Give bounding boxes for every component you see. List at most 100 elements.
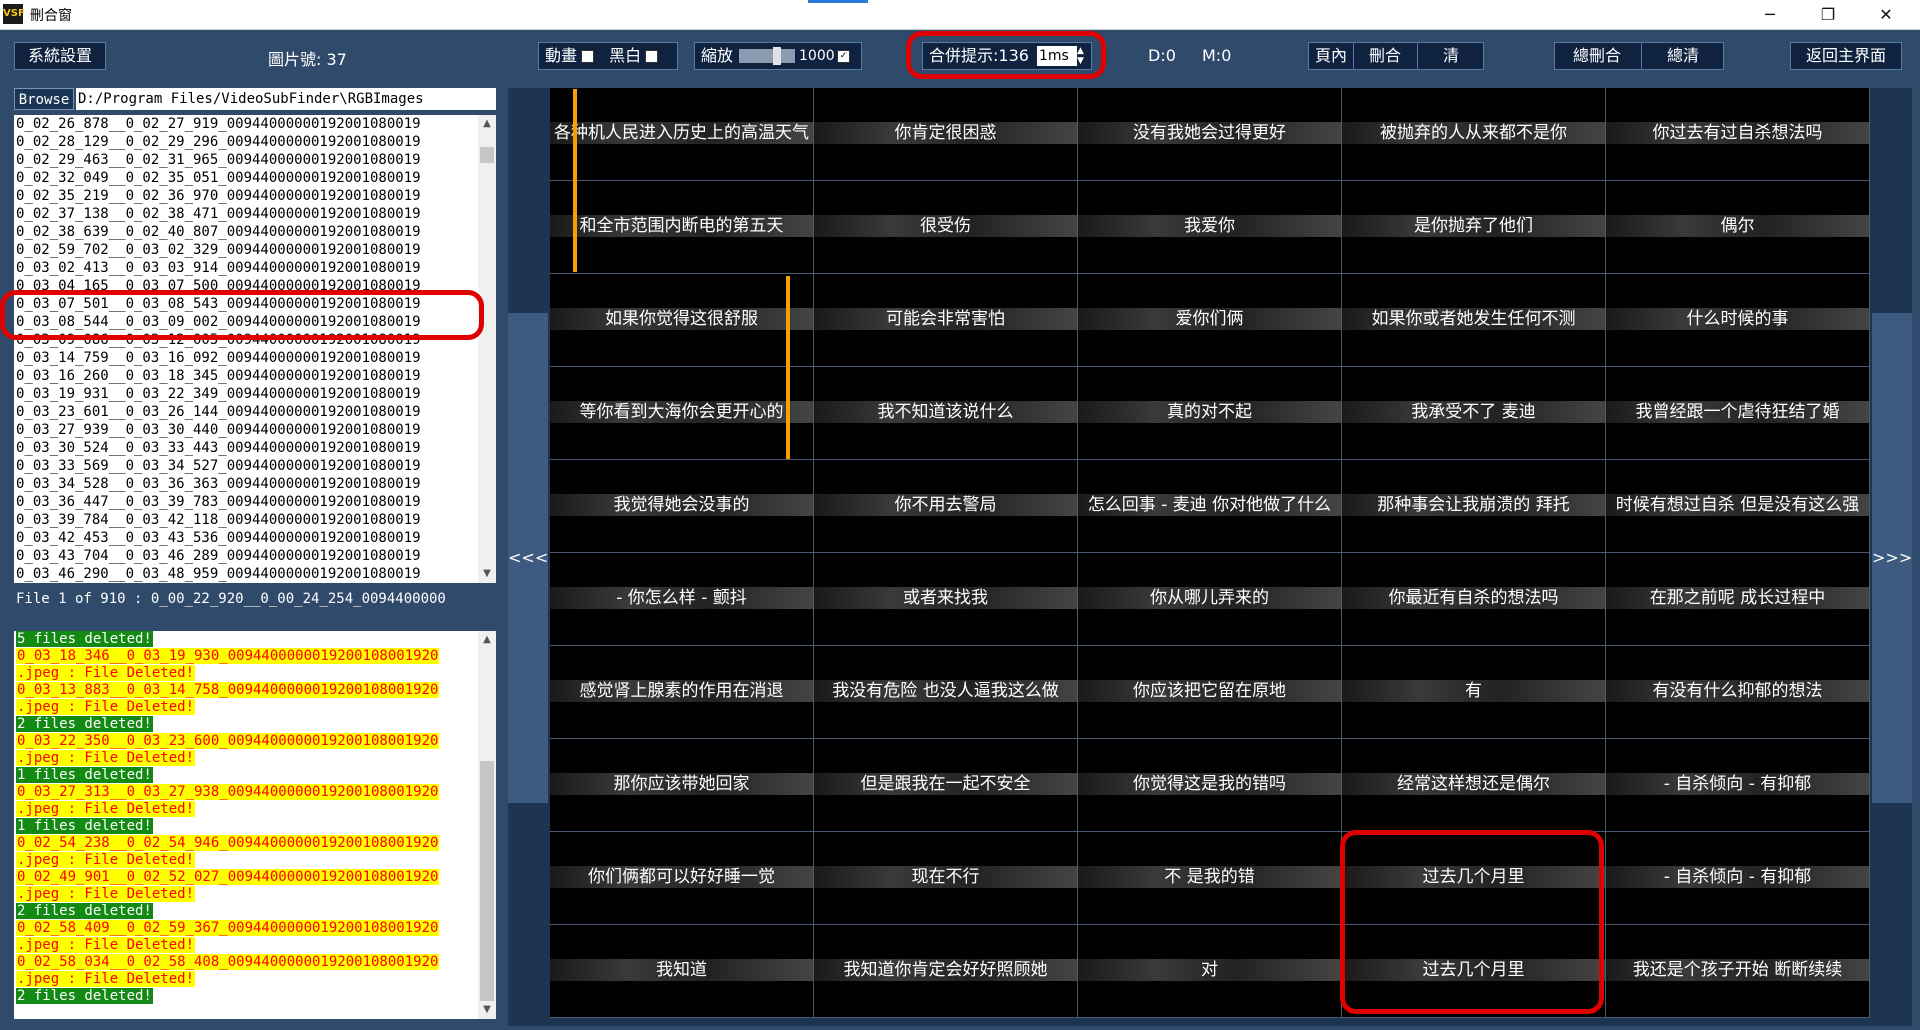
file-list-item[interactable]: 0_03_14_759__0_03_16_092_009440000001920… <box>16 349 476 367</box>
subtitle-frame[interactable]: 我曾经跟一个虐待狂结了婚 <box>1606 367 1870 460</box>
subtitle-frame[interactable]: 爱你们俩 <box>1078 274 1342 367</box>
subtitle-frame[interactable]: 现在不行 <box>814 832 1078 925</box>
zoom-checkbox[interactable]: ✓ <box>837 50 850 63</box>
total-delete-merge-button[interactable]: 總刪合 <box>1555 43 1639 69</box>
file-list-item[interactable]: 0_03_23_601__0_03_26_144_009440000001920… <box>16 403 476 421</box>
file-list-item[interactable]: 0_02_37_138__0_02_38_471_009440000001920… <box>16 205 476 223</box>
close-button[interactable]: ✕ <box>1858 0 1914 29</box>
subtitle-frame[interactable]: 可能会非常害怕 <box>814 274 1078 367</box>
subtitle-frame[interactable]: 我承受不了 麦迪 <box>1342 367 1606 460</box>
log-scroll-up-icon[interactable]: ▲ <box>478 631 496 649</box>
maximize-button[interactable]: ❐ <box>1800 0 1856 29</box>
zoom-slider[interactable] <box>739 47 795 65</box>
subtitle-frame[interactable]: 你觉得这是我的错吗 <box>1078 739 1342 832</box>
total-clear-button[interactable]: 總清 <box>1641 43 1724 69</box>
file-list-item[interactable]: 0_02_29_463__0_02_31_965_009440000001920… <box>16 151 476 169</box>
system-settings-button[interactable]: 系統設置 <box>14 42 106 70</box>
subtitle-frame[interactable]: 有 <box>1342 646 1606 739</box>
subtitle-frame[interactable]: 你应该把它留在原地 <box>1078 646 1342 739</box>
page-delete-merge-button[interactable]: 刪合 <box>1353 43 1416 69</box>
subtitle-frame[interactable]: 你们俩都可以好好睡一觉 <box>550 832 814 925</box>
file-list-item[interactable]: 0_03_34_528__0_03_36_363_009440000001920… <box>16 475 476 493</box>
subtitle-frame[interactable]: 经常这样想还是偶尔 <box>1342 739 1606 832</box>
subtitle-frame[interactable]: 我知道 <box>550 925 814 1018</box>
subtitle-frame[interactable]: 你最近有自杀的想法吗 <box>1342 553 1606 646</box>
file-list-item[interactable]: 0_03_46_290__0_03_48_959_009440000001920… <box>16 565 476 583</box>
subtitle-frame[interactable]: 各种机人民进入历史上的高温天气 <box>550 88 814 181</box>
log-scroll-thumb[interactable] <box>480 761 494 1001</box>
subtitle-frame[interactable]: 在那之前呢 成长过程中 <box>1606 553 1870 646</box>
file-list-item[interactable]: 0_02_26_878__0_02_27_919_009440000001920… <box>16 115 476 133</box>
file-list-item[interactable]: 0_03_30_524__0_03_33_443_009440000001920… <box>16 439 476 457</box>
subtitle-image-grid: 各种机人民进入历史上的高温天气 你肯定很困惑 没有我她会过得更好 被抛弃的人从来都不是… <box>550 88 1870 1018</box>
scroll-down-icon[interactable]: ▼ <box>478 565 496 583</box>
subtitle-frame[interactable]: 偶尔 <box>1606 181 1870 274</box>
subtitle-frame[interactable]: 我不知道该说什么 <box>814 367 1078 460</box>
file-list-item[interactable]: 0_03_42_453__0_03_43_536_009440000001920… <box>16 529 476 547</box>
log-line: .jpeg : File Deleted! <box>16 971 476 988</box>
scroll-up-icon[interactable]: ▲ <box>478 115 496 133</box>
scroll-thumb[interactable] <box>480 147 494 163</box>
file-list-item[interactable]: 0_03_36_447__0_03_39_783_009440000001920… <box>16 493 476 511</box>
browse-button[interactable]: Browse <box>14 88 74 110</box>
subtitle-frame[interactable]: 你肯定很困惑 <box>814 88 1078 181</box>
subtitle-frame[interactable]: 如果你或者她发生任何不测 <box>1342 274 1606 367</box>
prev-page-button[interactable]: <<< <box>508 313 548 803</box>
subtitle-frame[interactable]: 我爱你 <box>1078 181 1342 274</box>
file-list-item[interactable]: 0_02_28_129__0_02_29_296_009440000001920… <box>16 133 476 151</box>
path-field[interactable]: D:/Program Files/VideoSubFinder\RGBImage… <box>76 88 496 110</box>
back-to-main-button[interactable]: 返回主界面 <box>1790 42 1902 70</box>
file-list-item[interactable]: 0_02_38_639__0_02_40_807_009440000001920… <box>16 223 476 241</box>
file-list-item[interactable]: 0_03_02_413__0_03_03_914_009440000001920… <box>16 259 476 277</box>
subtitle-frame[interactable]: 我知道你肯定会好好照顾她 <box>814 925 1078 1018</box>
minimize-button[interactable]: ─ <box>1742 0 1798 29</box>
subtitle-frame[interactable]: 时候有想过自杀 但是没有这么强 <box>1606 460 1870 553</box>
file-list-item[interactable]: 0_03_27_939__0_03_30_440_009440000001920… <box>16 421 476 439</box>
file-list-item[interactable]: 0_03_43_704__0_03_46_289_009440000001920… <box>16 547 476 565</box>
bw-checkbox[interactable] <box>645 50 659 63</box>
log-scroll-down-icon[interactable]: ▼ <box>478 1001 496 1019</box>
file-list-item[interactable]: 0_02_32_049__0_02_35_051_009440000001920… <box>16 169 476 187</box>
total-ops-group: 總刪合 總清 <box>1554 42 1724 70</box>
subtitle-frame[interactable]: 对 <box>1078 925 1342 1018</box>
subtitle-frame[interactable]: 怎么回事 - 麦迪 你对他做了什么 <box>1078 460 1342 553</box>
log-text: 0_03_18_346__0_03_19_930_009440000001920… <box>16 648 440 664</box>
subtitle-frame[interactable]: 什么时候的事 <box>1606 274 1870 367</box>
subtitle-frame[interactable]: 我还是个孩子开始 断断续续 <box>1606 925 1870 1018</box>
subtitle-frame[interactable]: - 自杀倾向 - 有抑郁 <box>1606 832 1870 925</box>
subtitle-frame[interactable]: 那你应该带她回家 <box>550 739 814 832</box>
file-list-item[interactable]: 0_03_19_931__0_03_22_349_009440000001920… <box>16 385 476 403</box>
subtitle-frame[interactable]: 没有我她会过得更好 <box>1078 88 1342 181</box>
subtitle-frame[interactable]: 我觉得她会没事的 <box>550 460 814 553</box>
subtitle-frame[interactable]: 很受伤 <box>814 181 1078 274</box>
log-scrollbar[interactable]: ▲ ▼ <box>478 631 496 1019</box>
subtitle-frame[interactable]: - 你怎么样 - 颤抖 <box>550 553 814 646</box>
subtitle-frame[interactable]: 如果你觉得这很舒服 <box>550 274 814 367</box>
subtitle-frame[interactable]: 你不用去警局 <box>814 460 1078 553</box>
subtitle-frame[interactable]: 不 是我的错 <box>1078 832 1342 925</box>
subtitle-frame[interactable]: 有没有什么抑郁的想法 <box>1606 646 1870 739</box>
subtitle-frame[interactable]: 你过去有过自杀想法吗 <box>1606 88 1870 181</box>
file-list-item[interactable]: 0_02_35_219__0_02_36_970_009440000001920… <box>16 187 476 205</box>
page-clear-button[interactable]: 清 <box>1417 43 1484 69</box>
file-list-scrollbar[interactable]: ▲ ▼ <box>478 115 496 583</box>
subtitle-frame[interactable]: 或者来找我 <box>814 553 1078 646</box>
subtitle-frame[interactable]: 是你抛弃了他们 <box>1342 181 1606 274</box>
subtitle-frame[interactable]: - 自杀倾向 - 有抑郁 <box>1606 739 1870 832</box>
file-list-item[interactable]: 0_02_59_702__0_03_02_329_009440000001920… <box>16 241 476 259</box>
subtitle-frame[interactable]: 感觉肾上腺素的作用在消退 <box>550 646 814 739</box>
subtitle-frame[interactable]: 等你看到大海你会更开心的 <box>550 367 814 460</box>
subtitle-frame[interactable]: 真的对不起 <box>1078 367 1342 460</box>
subtitle-frame[interactable]: 你从哪儿弄来的 <box>1078 553 1342 646</box>
file-list-item[interactable]: 0_03_39_784__0_03_42_118_009440000001920… <box>16 511 476 529</box>
subtitle-frame[interactable]: 我没有危险 也没人逼我这么做 <box>814 646 1078 739</box>
file-list-item[interactable]: 0_03_33_569__0_03_34_527_009440000001920… <box>16 457 476 475</box>
subtitle-frame[interactable]: 和全市范围内断电的第五天 <box>550 181 814 274</box>
motion-checkbox[interactable] <box>581 50 595 63</box>
subtitle-frame[interactable]: 被抛弃的人从来都不是你 <box>1342 88 1606 181</box>
subtitle-frame[interactable]: 那种事会让我崩溃的 拜托 <box>1342 460 1606 553</box>
next-page-button[interactable]: >>> <box>1872 313 1912 803</box>
file-list-item[interactable]: 0_03_16_260__0_03_18_345_009440000001920… <box>16 367 476 385</box>
zoom-slider-thumb[interactable] <box>773 47 781 65</box>
subtitle-frame[interactable]: 但是跟我在一起不安全 <box>814 739 1078 832</box>
